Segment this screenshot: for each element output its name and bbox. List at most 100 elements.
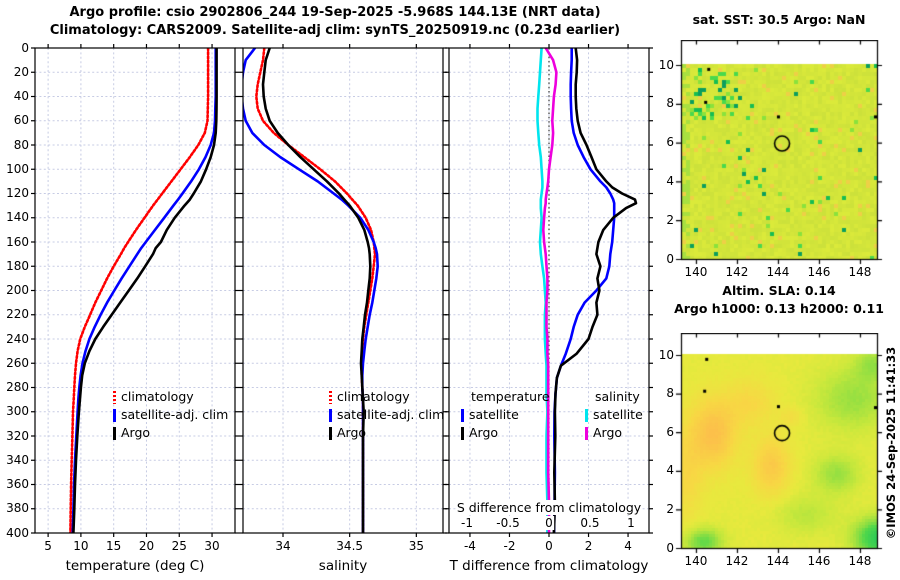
x-tick-label: 25: [171, 539, 187, 553]
depth-tick-label: 340: [6, 452, 29, 467]
T-satellite-curve: [552, 48, 616, 533]
legend-column: salinity satellite Argo: [585, 388, 643, 442]
legend: climatology satellite-adj. clim Argo: [113, 388, 228, 442]
legend-marker: [113, 426, 116, 440]
plot-border: [242, 47, 444, 534]
x-tick-label: 34.5: [336, 539, 364, 553]
legend-label: Argo: [469, 425, 499, 440]
map-lon-label: 140: [684, 265, 708, 279]
map-lat-label: 10: [658, 57, 674, 72]
legend: climatology satellite-adj. clim Argo: [329, 388, 444, 442]
s-tick-label: 0: [544, 516, 554, 530]
legend-header: temperature: [471, 389, 550, 404]
s-tick-label: 0.5: [579, 516, 601, 530]
map-lat-label: 0: [666, 251, 674, 266]
map-lat-label: 6: [666, 424, 674, 439]
depth-tick-label: 360: [6, 477, 29, 491]
depth-tick-label: 300: [6, 404, 29, 419]
legend-label: climatology: [337, 389, 410, 404]
x-tick-label: 34: [275, 539, 291, 553]
temperature-panel: [29, 42, 241, 539]
map-lon-label: 146: [807, 265, 831, 279]
legend-row: satellite-adj. clim: [113, 406, 228, 424]
map-lon-label: 148: [848, 554, 872, 568]
x-tick-label: 4: [624, 539, 632, 553]
legend-row: climatology: [329, 388, 444, 406]
legend-label: satellite-adj. clim: [337, 407, 445, 422]
depth-tick-label: 0: [21, 40, 29, 55]
x-tick-label: 2: [584, 539, 593, 553]
s-tick-label: -0.5: [495, 516, 521, 530]
x-tick-label: 0: [545, 539, 553, 553]
legend-column: temperature satellite Argo: [461, 388, 550, 442]
temperature-axis-label: temperature (deg C): [65, 558, 205, 574]
x-tick-label: -4: [463, 539, 476, 553]
s-difference-axis-label: S difference from climatology: [455, 500, 643, 515]
legend-label: Argo: [593, 425, 623, 440]
map-lon-label: 148: [848, 265, 872, 279]
map-lon-label: 142: [725, 554, 749, 568]
legend-row: Argo: [585, 424, 643, 442]
legend-row: climatology: [113, 388, 228, 406]
sla-map-title-line1: Altim. SLA: 0.14: [722, 283, 836, 298]
sla-map-panel: [675, 333, 884, 555]
legend-marker: [329, 426, 332, 440]
map-lat-label: 4: [666, 463, 674, 478]
map-lat-label: 8: [666, 386, 674, 401]
depth-tick-label: 160: [6, 234, 29, 249]
imos-watermark: ©IMOS 24-Sep-2025 11:41:33: [884, 346, 898, 540]
climatology-curve: [69, 48, 210, 533]
map-lat-label: 8: [666, 96, 674, 111]
map-lat-label: 2: [666, 501, 674, 516]
depth-tick-label: 140: [6, 210, 29, 225]
argo-profile-figure: Argo profile: csio 2902806_244 19-Sep-20…: [0, 0, 900, 580]
legend-marker: [113, 390, 116, 404]
map-lat-label: 6: [666, 135, 674, 150]
depth-tick-label: 60: [13, 113, 29, 128]
sla-map-title-line2: Argo h1000: 0.13 h2000: 0.11: [674, 301, 884, 316]
difference-profile-plot: [445, 44, 653, 537]
legend-marker: [113, 408, 116, 422]
legend-header: salinity: [595, 389, 640, 404]
x-tick-label: 35: [408, 539, 424, 553]
depth-tick-label: 280: [6, 380, 29, 394]
legend-label: satellite: [593, 407, 643, 422]
legend-row: Argo: [329, 424, 444, 442]
depth-tick-label: 200: [6, 283, 29, 297]
map-lon-label: 140: [684, 554, 708, 568]
plot-border: [34, 47, 236, 534]
temperature-profile-plot: [31, 44, 239, 537]
depth-tick-label: 320: [6, 428, 29, 443]
depth-tick-label: 220: [6, 307, 29, 322]
legend-label: satellite: [469, 407, 519, 422]
legend-row: satellite: [461, 406, 550, 424]
figure-title-line1: Argo profile: csio 2902806_244 19-Sep-20…: [69, 5, 601, 20]
legend-marker: [329, 390, 332, 404]
map-lat-label: 4: [666, 173, 674, 188]
x-tick-label: 10: [73, 539, 89, 553]
legend-row: satellite: [585, 406, 643, 424]
depth-tick-label: 180: [6, 258, 29, 273]
depth-tick-label: 80: [13, 137, 29, 152]
map-lon-label: 144: [766, 265, 790, 279]
x-tick-label: -2: [503, 539, 516, 553]
t-difference-axis-label: T difference from climatology: [449, 558, 649, 574]
legend-marker: [329, 408, 332, 422]
x-tick-label: 15: [106, 539, 122, 553]
depth-tick-label: 100: [6, 161, 29, 176]
sst-map-title: sat. SST: 30.5 Argo: NaN: [692, 12, 866, 27]
map-lat-label: 10: [658, 347, 674, 362]
legend-label: satellite-adj. clim: [121, 407, 229, 422]
s-tick-label: 1: [626, 516, 636, 530]
depth-tick-label: 240: [6, 331, 29, 346]
sla-map-canvas: [675, 333, 884, 555]
depth-tick-label: 380: [6, 501, 29, 516]
legend-row: Argo: [461, 424, 550, 442]
salinity-profile-plot: [239, 44, 447, 537]
map-lat-label: 2: [666, 212, 674, 227]
map-lon-label: 146: [807, 554, 831, 568]
salinity-axis-label: salinity: [318, 558, 368, 574]
salinity-panel: [237, 42, 449, 539]
sst-map-canvas: [675, 40, 884, 266]
legend-label: climatology: [121, 389, 194, 404]
